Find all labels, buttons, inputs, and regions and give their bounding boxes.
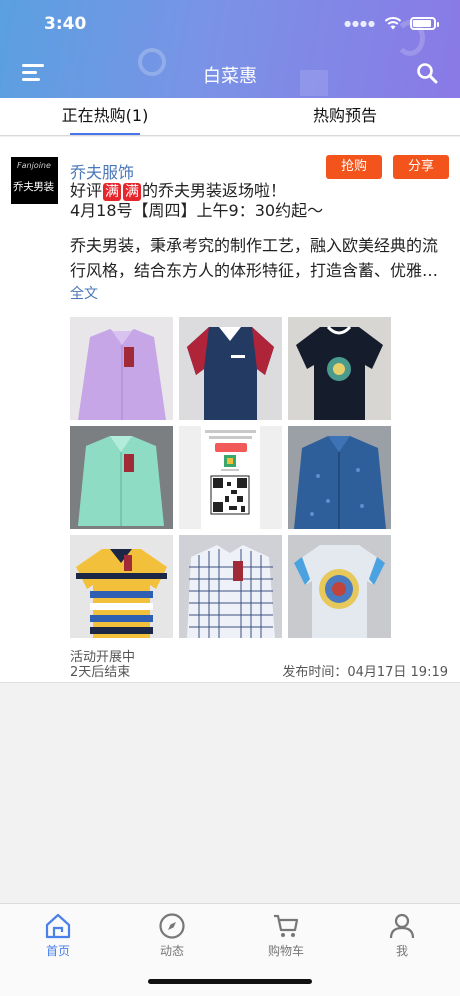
product-image[interactable] bbox=[70, 317, 173, 420]
product-image[interactable] bbox=[70, 426, 173, 529]
user-icon bbox=[389, 913, 415, 939]
nav-home[interactable]: 首页 bbox=[18, 912, 98, 959]
full-text-link[interactable]: 全文 bbox=[70, 283, 98, 303]
share-button[interactable]: 分享 bbox=[393, 155, 449, 179]
compass-icon bbox=[159, 913, 185, 939]
post-card: Fanjoine 乔夫男装 乔夫服饰 抢购 分享 好评满满的乔夫男装返场啦！ 4… bbox=[0, 137, 460, 683]
page-title: 白菜惠 bbox=[203, 66, 257, 87]
nav-label-feed: 动态 bbox=[159, 944, 184, 958]
status-icons: ●●●● bbox=[344, 16, 439, 30]
product-image[interactable] bbox=[179, 535, 282, 638]
tab-upcoming[interactable]: 热购预告 bbox=[230, 98, 460, 135]
nav-label-me: 我 bbox=[395, 944, 408, 958]
status-time: 3:40 bbox=[44, 14, 87, 34]
product-image[interactable] bbox=[288, 317, 391, 420]
wifi-icon bbox=[384, 17, 402, 30]
home-icon bbox=[45, 913, 71, 939]
product-image[interactable] bbox=[288, 535, 391, 638]
nav-feed[interactable]: 动态 bbox=[132, 912, 212, 959]
home-indicator bbox=[148, 979, 312, 984]
tab-hot-now[interactable]: 正在热购(1) bbox=[0, 98, 220, 135]
qr-code-card[interactable] bbox=[179, 426, 282, 529]
battery-icon bbox=[410, 16, 439, 30]
cart-icon bbox=[274, 914, 299, 937]
shop-avatar[interactable]: Fanjoine 乔夫男装 bbox=[11, 157, 58, 204]
activity-remaining: 2天后结束 bbox=[70, 665, 131, 680]
post-date-line: 4月18号【周四】上午9：30约起～ bbox=[70, 201, 324, 220]
post-description: 乔夫男装，秉承考究的制作工艺，融入欧美经典的流行风格，结合东方人的体形特征，打造… bbox=[70, 236, 439, 280]
tab-bar: 正在热购(1) 热购预告 bbox=[0, 98, 460, 136]
highlight-badge: 满 bbox=[103, 183, 122, 201]
nav-label-home: 首页 bbox=[45, 944, 70, 958]
nav-me[interactable]: 我 bbox=[362, 912, 442, 959]
buy-button[interactable]: 抢购 bbox=[326, 155, 382, 179]
product-image[interactable] bbox=[179, 317, 282, 420]
publish-time: 发布时间：04月17日 19:19 bbox=[282, 665, 448, 680]
nav-cart[interactable]: 购物车 bbox=[246, 912, 326, 959]
signal-icon: ●●●● bbox=[344, 18, 376, 28]
product-image[interactable] bbox=[70, 535, 173, 638]
nav-label-cart: 购物车 bbox=[267, 944, 304, 958]
avatar-text: 乔夫男装 bbox=[13, 181, 54, 193]
highlight-badge: 满 bbox=[123, 183, 142, 201]
avatar-brand-logo: Fanjoine bbox=[17, 161, 51, 170]
image-grid bbox=[70, 317, 392, 638]
post-headline: 好评满满的乔夫男装返场啦！ bbox=[70, 181, 287, 201]
app-header: 3:40 ●●●● 白菜惠 bbox=[0, 0, 460, 98]
search-icon[interactable] bbox=[416, 62, 438, 84]
product-image[interactable] bbox=[288, 426, 391, 529]
